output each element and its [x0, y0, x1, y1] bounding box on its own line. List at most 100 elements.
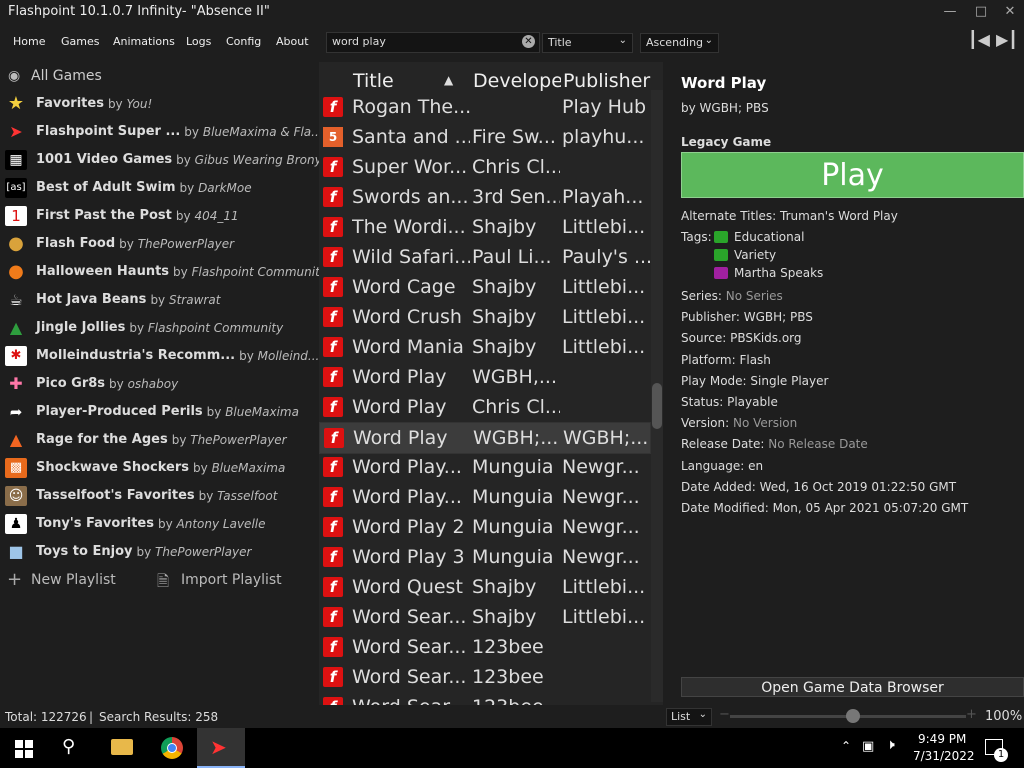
- open-game-data-browser-button[interactable]: Open Game Data Browser: [681, 677, 1024, 697]
- all-games-item[interactable]: ◉ All Games: [0, 62, 318, 90]
- column-header-developer[interactable]: Develope: [473, 70, 561, 92]
- playlist-item[interactable]: ▲ Jingle Jollies by Flashpoint Community: [0, 314, 318, 342]
- game-row[interactable]: f The Wordi... Shajby Littlebi...: [319, 212, 649, 242]
- search-input[interactable]: word play ✕: [326, 32, 540, 53]
- game-row[interactable]: f Word Quest Shajby Littlebi...: [319, 572, 649, 602]
- game-row[interactable]: f Word Play... Munguia Newgr...: [319, 452, 649, 482]
- volume-icon[interactable]: 🕨: [886, 737, 895, 753]
- clock-date[interactable]: 7/31/2022: [913, 749, 975, 763]
- playlist-author: by DarkMoe: [179, 181, 252, 195]
- game-row[interactable]: f Word Sear...123bee: [319, 662, 649, 692]
- menu-animations[interactable]: Animations: [113, 35, 175, 48]
- flashpoint-taskbar-button[interactable]: ➤: [197, 728, 245, 768]
- playlist-name: Hot Java Beans: [36, 292, 147, 307]
- game-row[interactable]: f Word Mania Shajby Littlebi...: [319, 332, 649, 362]
- list-scrollbar-thumb[interactable]: [652, 383, 662, 429]
- game-publisher-cell: Littlebi...: [562, 276, 646, 298]
- maximize-icon[interactable]: □: [966, 2, 996, 22]
- playlist-item[interactable]: ✱ Molleindustria's Recomm... by Molleind..…: [0, 342, 319, 370]
- game-row[interactable]: f Word Play 3 Munguia Newgr...: [319, 542, 649, 572]
- game-row[interactable]: f Word Cage Shajby Littlebi...: [319, 272, 649, 302]
- game-publisher-cell: Littlebi...: [562, 336, 646, 358]
- coffee-cup-icon: ☕: [9, 291, 23, 309]
- game-row[interactable]: f Word Play 2 Munguia Newgr...: [319, 512, 649, 542]
- pumpkin-icon: ●: [8, 261, 24, 282]
- playlist-item[interactable]: [as] Best of Adult Swim by DarkMoe: [0, 174, 318, 202]
- menu-home[interactable]: Home: [13, 35, 45, 48]
- playlist-item[interactable]: ☕ Hot Java Beans by Strawrat: [0, 286, 318, 314]
- game-row[interactable]: f Rogan The... Play Hub: [319, 92, 649, 122]
- game-row[interactable]: f Word Play... Munguia Newgr...: [319, 482, 649, 512]
- network-icon[interactable]: ▣: [862, 739, 874, 754]
- chevron-up-icon[interactable]: ⌃: [841, 739, 851, 753]
- collapse-left-icon[interactable]: ┃◀: [968, 30, 990, 50]
- search-icon[interactable]: ⚲: [62, 736, 75, 757]
- menu-config[interactable]: Config: [226, 35, 261, 48]
- all-games-label: All Games: [31, 68, 102, 84]
- sort-field-select[interactable]: Title ⌄: [542, 33, 633, 53]
- game-title-cell: The Wordi...: [352, 216, 466, 238]
- playlist-item[interactable]: ▩ Shockwave Shockers by BlueMaxima: [0, 454, 318, 482]
- sort-asc-icon: ▲: [444, 73, 454, 87]
- title-bar: Flashpoint 10.1.0.7 Infinity- "Absence I…: [0, 0, 1024, 24]
- column-header-title[interactable]: Title: [353, 70, 394, 92]
- christmas-tree-icon: ▲: [9, 318, 23, 337]
- detail-field: Language: en: [681, 458, 764, 473]
- detail-field: Play Mode: Single Player: [681, 373, 829, 388]
- playlist-item[interactable]: ✚ Pico Gr8s by oshaboy: [0, 370, 318, 398]
- playlist-item[interactable]: 1 First Past the Post by 404_11: [0, 202, 318, 230]
- detail-field: Series: No Series: [681, 289, 783, 303]
- flash-icon: f: [323, 247, 343, 267]
- menu-games[interactable]: Games: [61, 35, 99, 48]
- sort-order-select[interactable]: Ascending ⌄: [640, 33, 719, 53]
- flashpoint-logo-icon: ➤: [9, 122, 23, 141]
- column-header-publisher[interactable]: Publisher: [563, 70, 650, 92]
- playlist-item[interactable]: ➤ Flashpoint Super ... by BlueMaxima & Fla…: [0, 118, 322, 146]
- menu-logs[interactable]: Logs: [186, 35, 211, 48]
- game-row[interactable]: f Word Sear...123bee: [319, 632, 649, 662]
- detail-field: Release Date: No Release Date: [681, 437, 868, 452]
- game-developer-cell: Shajby: [472, 336, 537, 358]
- game-developer-cell: WGBH;...: [473, 427, 559, 449]
- game-row[interactable]: f Wild Safari... Paul Li... Pauly's ...: [319, 242, 650, 272]
- import-playlist-button[interactable]: 🗎 Import Playlist: [155, 566, 305, 594]
- playlist-item[interactable]: ♟ Tony's Favorites by Antony Lavelle: [0, 510, 318, 538]
- tag-name[interactable]: Educational: [734, 230, 804, 244]
- game-publisher-cell: Newgr...: [562, 546, 640, 568]
- game-row[interactable]: f Word Play WGBH;... WGBH;...: [319, 422, 651, 454]
- game-row[interactable]: f Word Sear...123bee: [319, 692, 649, 705]
- playlist-item[interactable]: ★ Favorites by You!: [0, 90, 318, 118]
- playlist-item[interactable]: ➦ Player-Produced Perils by BlueMaxima: [0, 398, 318, 426]
- clock-time[interactable]: 9:49 PM: [918, 732, 966, 746]
- tag-name[interactable]: Martha Speaks: [734, 266, 823, 280]
- game-row[interactable]: f Word Play Chris Cl...: [319, 392, 649, 422]
- play-button[interactable]: Play: [681, 152, 1024, 198]
- close-icon[interactable]: ✕: [995, 2, 1024, 22]
- zoom-out-icon[interactable]: −: [719, 707, 730, 722]
- playlist-item[interactable]: ▦ 1001 Video Games by Gibus Wearing Brony: [0, 146, 322, 174]
- sort-order-value: Ascending: [646, 36, 704, 49]
- game-row[interactable]: f Super Wor... Chris Cl...: [319, 152, 649, 182]
- game-row[interactable]: f Word Crush Shajby Littlebi...: [319, 302, 649, 332]
- collapse-right-icon[interactable]: ▶┃: [996, 30, 1018, 50]
- playlist-item[interactable]: ☺ Tasselfoot's Favorites by Tasselfoot: [0, 482, 318, 510]
- zoom-slider-thumb[interactable]: [845, 709, 860, 723]
- menu-about[interactable]: About: [276, 35, 309, 48]
- file-explorer-icon[interactable]: [111, 739, 133, 755]
- windows-start-icon[interactable]: [15, 740, 33, 758]
- playlist-item[interactable]: ● Flash Food by ThePowerPlayer: [0, 230, 318, 258]
- playlist-item[interactable]: ▲ Rage for the Ages by ThePowerPlayer: [0, 426, 318, 454]
- playlist-item[interactable]: ■ Toys to Enjoy by ThePowerPlayer: [0, 538, 318, 566]
- game-row[interactable]: f Word Sear... Shajby Littlebi...: [319, 602, 649, 632]
- playlist-item[interactable]: ● Halloween Haunts by Flashpoint Community: [0, 258, 327, 286]
- zoom-in-icon[interactable]: +: [966, 707, 977, 722]
- minimize-icon[interactable]: —: [935, 2, 965, 22]
- chrome-icon[interactable]: [161, 737, 183, 759]
- game-row[interactable]: f Word Play WGBH,...: [319, 362, 649, 392]
- view-mode-select[interactable]: List ⌄: [666, 708, 712, 726]
- tag-name[interactable]: Variety: [734, 248, 776, 262]
- game-title-cell: Swords an...: [352, 186, 469, 208]
- clear-search-icon[interactable]: ✕: [522, 35, 535, 48]
- game-row[interactable]: 5 Santa and ... Fire Sw... playhu...: [319, 122, 649, 152]
- game-row[interactable]: f Swords an... 3rd Sen... Playah...: [319, 182, 649, 212]
